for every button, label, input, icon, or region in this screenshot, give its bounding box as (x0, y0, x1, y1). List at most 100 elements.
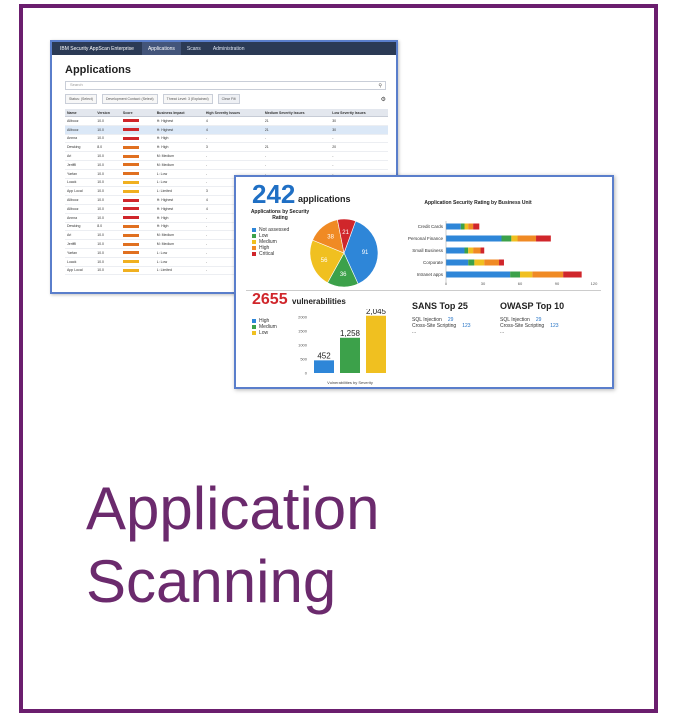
pie-slice-label: 36 (340, 272, 347, 278)
table-cell: 10.0 (95, 230, 121, 241)
table-cell: H: High (154, 213, 204, 223)
table-cell: L: Limited (154, 266, 204, 276)
column-header[interactable]: Low Severity Issues (330, 109, 388, 117)
column-header[interactable]: Version (95, 109, 121, 117)
bar-segment (468, 259, 475, 266)
score-bar (122, 260, 139, 264)
table-cell: 20 (330, 142, 388, 153)
tick-label: 0 (445, 281, 448, 286)
search-placeholder: Search (70, 82, 83, 87)
table-cell: 10.0 (95, 239, 121, 249)
table-cell (120, 266, 155, 276)
table-cell: - (203, 151, 263, 161)
status-filter[interactable]: Status: (Select) (65, 94, 97, 104)
score-bar (122, 251, 139, 255)
nav-scans[interactable]: Scans (181, 42, 207, 55)
table-cell: 3 (203, 142, 263, 153)
owasp-title: OWASP Top 10 (500, 301, 565, 311)
bar-segment (446, 247, 465, 254)
vulnerability-count: 2655 (252, 291, 288, 308)
category-label: Small Business (412, 248, 444, 253)
nav-applications[interactable]: Applications (141, 42, 181, 55)
bar-segment (473, 247, 481, 254)
table-cell: 8.0 (95, 222, 121, 232)
table-row[interactable]: Jeriffll10.0M: Medium--- (65, 160, 388, 170)
legend-swatch (252, 318, 256, 323)
table-cell: 10.0 (95, 160, 121, 170)
bar-segment (501, 235, 512, 242)
column-header[interactable]: Score (120, 109, 155, 117)
search-icon[interactable]: ⚲ (378, 83, 382, 89)
table-cell: 21 (262, 142, 331, 153)
tick-label: 1500 (298, 329, 308, 334)
table-cell (120, 230, 155, 241)
table-cell: Jeriffll (65, 239, 96, 249)
list-item[interactable]: ... (412, 329, 471, 335)
list-item[interactable]: Cross-Site Scripting 123 (412, 323, 471, 329)
search-input[interactable]: Search ⚲ (65, 81, 386, 90)
application-count: 242 (252, 179, 296, 209)
bar (314, 360, 334, 373)
column-header[interactable]: High Severity Issues (203, 109, 263, 117)
table-row[interactable]: Annna10.0H: High--- (65, 134, 388, 144)
legend-swatch (252, 324, 256, 329)
table-cell: App Local (65, 186, 96, 197)
list-item-label: ... (500, 329, 505, 335)
table-cell: 21 (262, 125, 331, 135)
table-row[interactable]: Allbooz 10.0 H: Highest 4 21 30 (65, 116, 388, 126)
tick-label: 1000 (298, 343, 308, 348)
bar-segment (499, 259, 504, 266)
list-item-label: Cross-Site Scripting (412, 323, 457, 329)
list-item-label: Cross-Site Scripting (500, 323, 545, 329)
threat-level-filter[interactable]: Threat Level: 3 (Explained) (162, 94, 213, 104)
score-bar (122, 137, 139, 141)
table-row[interactable]: Allbooz 10.0 H: Highest 4 21 30 (65, 125, 388, 135)
bar-segment (446, 259, 469, 266)
gear-icon[interactable]: ⚙ (381, 96, 386, 103)
business-unit-chart-title: Application Security Rating by Business … (424, 200, 532, 206)
column-header[interactable]: Business Impact (154, 109, 204, 117)
data-label: 452 (317, 351, 331, 360)
table-cell: Yarfan (65, 248, 96, 258)
column-header[interactable]: Medium Severity Issues (262, 109, 331, 117)
list-item-count[interactable]: 123 (550, 323, 558, 329)
score-bar (122, 119, 139, 123)
table-cell: Annna (65, 213, 96, 223)
vulnerability-count-label: vulnerabilities (292, 297, 346, 306)
list-item[interactable]: Cross-Site Scripting 123 (500, 323, 564, 329)
business-unit-bar-chart: Credit Cards Personal Finance Small Busine… (408, 221, 598, 286)
table-cell: L: Low (154, 178, 204, 188)
list-item-label: ... (412, 329, 417, 335)
top-navigation-bar: IBM Security AppScan Enterprise Applicat… (52, 42, 396, 55)
score-bar (122, 189, 139, 193)
table-cell (120, 186, 155, 197)
table-cell: 10.0 (95, 134, 121, 144)
clear-filters-button[interactable]: Clear Filt (217, 94, 240, 104)
score-bar (122, 242, 139, 246)
bar-segment (563, 271, 582, 278)
nav-administration[interactable]: Administration (207, 42, 251, 55)
x-axis-label: Vulnerabilities by Severity (327, 380, 373, 385)
table-cell (120, 160, 155, 170)
list-item-count[interactable]: 123 (462, 323, 470, 329)
score-bar (122, 216, 139, 220)
bar-segment (510, 271, 520, 278)
bar-segment (446, 235, 502, 242)
pie-slice-label: 38 (327, 235, 334, 241)
score-bar (122, 198, 139, 202)
owasp-top-10: OWASP Top 10 SQL Injection 29 Cross-Site S… (500, 301, 564, 335)
bar-segment (484, 259, 500, 266)
table-row[interactable]: Dewking 8.0 H: High 3 21 20 (65, 142, 388, 153)
bar-segment (517, 235, 537, 242)
data-label: 1,258 (340, 329, 361, 338)
tick-label: 2000 (298, 315, 308, 320)
column-header[interactable]: Name (65, 109, 96, 117)
list-item[interactable]: ... (500, 329, 564, 335)
development-contact-filter[interactable]: Development Contact: (Select) (101, 94, 158, 104)
bar-segment (532, 271, 564, 278)
table-row[interactable]: Ari10.0M: Medium--- (65, 151, 388, 161)
table-cell: Yarfan (65, 169, 96, 179)
table-cell: 10.0 (95, 248, 121, 258)
category-label: Personal Finance (408, 236, 444, 241)
score-bar (122, 145, 139, 149)
